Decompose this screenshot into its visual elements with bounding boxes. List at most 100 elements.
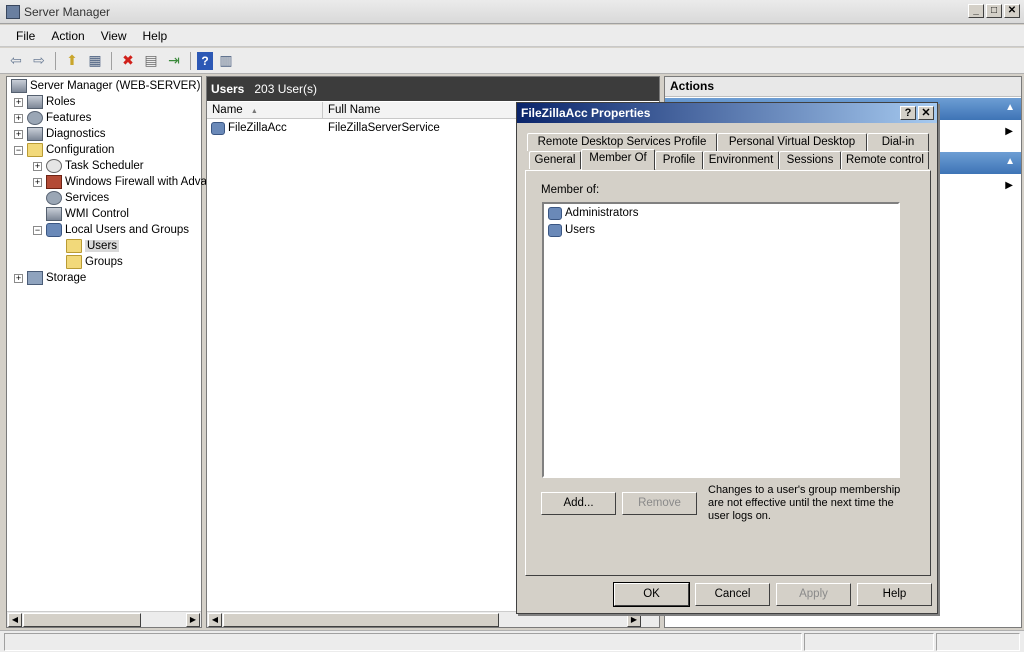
dialog-title: FileZillaAcc Properties [521, 106, 651, 120]
menu-bar: File Action View Help [0, 25, 1024, 47]
tree-item-users[interactable]: Users [66, 238, 120, 254]
status-cell [4, 633, 802, 651]
tree-item-local-users-and-groups[interactable]: − Local Users and Groups [33, 222, 189, 238]
services-icon [46, 191, 62, 205]
toolbar-separator [55, 51, 56, 70]
status-bar [0, 630, 1024, 652]
remove-group-button[interactable]: Remove [622, 492, 697, 515]
properties-dialog: FileZillaAcc Properties ? ✕ Remote Deskt… [516, 102, 938, 614]
tree-item-windows-firewall[interactable]: + Windows Firewall with Adva [33, 174, 207, 190]
status-cell [936, 633, 1020, 651]
tree-item-services[interactable]: Services [46, 190, 109, 206]
tab-member-of[interactable]: Member Of [581, 149, 655, 170]
help-button[interactable]: ? [900, 106, 916, 120]
tab-personal-virtual-desktop[interactable]: Personal Virtual Desktop [717, 133, 867, 151]
list-title: Users [211, 82, 245, 96]
show-hide-tree-icon[interactable]: ▦ [85, 51, 105, 71]
up-folder-icon[interactable]: ⬆ [62, 51, 82, 71]
back-arrow-icon[interactable]: ⇦ [6, 51, 26, 71]
scroll-thumb[interactable] [223, 613, 499, 627]
user-name: FileZillaAcc [228, 122, 287, 134]
tab-environment[interactable]: Environment [703, 151, 779, 169]
tree-item-label: Diagnostics [46, 128, 106, 140]
tree-root[interactable]: Server Manager (WEB-SERVER) [11, 78, 200, 94]
maximize-button[interactable]: □ [986, 4, 1002, 18]
expand-icon[interactable]: + [14, 113, 23, 123]
tree-item-label: Features [46, 112, 92, 124]
toolbar-separator [111, 51, 112, 70]
scroll-right-icon[interactable]: ▶ [627, 613, 641, 627]
expand-icon[interactable]: + [33, 177, 42, 187]
tree-item-wmi-control[interactable]: WMI Control [46, 206, 129, 222]
close-button[interactable]: ✕ [1004, 4, 1020, 18]
tree-root-label: Server Manager (WEB-SERVER) [30, 80, 201, 92]
tree-item-label: Configuration [46, 144, 115, 156]
tree-item-label: Roles [46, 96, 76, 108]
users-groups-icon [46, 223, 62, 237]
column-header-full-name[interactable]: Full Name [323, 102, 523, 119]
tab-remote-control[interactable]: Remote control [841, 151, 929, 169]
help-icon[interactable]: ? [197, 51, 213, 70]
expand-icon[interactable]: + [33, 161, 42, 171]
tab-dial-in[interactable]: Dial-in [867, 133, 929, 151]
scroll-right-icon[interactable]: ▶ [186, 613, 200, 627]
user-count: 203 User(s) [254, 82, 318, 96]
menu-view[interactable]: View [93, 29, 135, 43]
window-controls: _ □ ✕ [968, 4, 1020, 18]
scroll-left-icon[interactable]: ◀ [8, 613, 22, 627]
tree-item-roles[interactable]: + Roles [14, 94, 75, 110]
tree-item-configuration[interactable]: − Configuration [14, 142, 114, 158]
tree-item-label: Storage [46, 272, 87, 284]
user-icon [211, 121, 225, 135]
submenu-arrow-icon[interactable]: ▶ [1005, 180, 1013, 191]
scroll-left-icon[interactable]: ◀ [208, 613, 222, 627]
tab-general[interactable]: General [529, 151, 581, 169]
tree-item-label: WMI Control [65, 208, 129, 220]
export-icon[interactable]: ⇥ [164, 51, 184, 71]
tree-item-task-scheduler[interactable]: + Task Scheduler [33, 158, 144, 174]
ok-button[interactable]: OK [613, 582, 690, 607]
collapse-chevron-icon[interactable]: ▲ [1005, 156, 1015, 167]
collapse-chevron-icon[interactable]: ▲ [1005, 102, 1015, 113]
dialog-close-button[interactable]: ✕ [918, 106, 934, 120]
roles-icon [27, 95, 43, 109]
collapse-icon[interactable]: − [33, 225, 42, 235]
menu-action[interactable]: Action [43, 29, 92, 43]
expand-icon[interactable]: + [14, 129, 23, 139]
folder-icon [66, 255, 82, 269]
menu-file[interactable]: File [8, 29, 43, 43]
cell-full-name: FileZillaServerService [328, 122, 440, 134]
menu-help[interactable]: Help [135, 29, 176, 43]
tree-item-storage[interactable]: + Storage [14, 270, 86, 286]
minimize-button[interactable]: _ [968, 4, 984, 18]
add-group-button[interactable]: Add... [541, 492, 616, 515]
cancel-button[interactable]: Cancel [695, 583, 770, 606]
submenu-arrow-icon[interactable]: ▶ [1005, 126, 1013, 137]
group-membership-list[interactable]: Administrators Users [542, 202, 900, 478]
member-of-panel: Member of: Administrators Users Add... R… [525, 170, 931, 576]
tree-item-groups[interactable]: Groups [66, 254, 123, 270]
action-pane-icon[interactable]: ▥ [216, 51, 236, 71]
forward-arrow-icon[interactable]: ⇨ [29, 51, 49, 71]
properties-icon[interactable]: ▤ [141, 51, 161, 71]
delete-icon[interactable]: ✖ [118, 51, 138, 71]
console-tree: Server Manager (WEB-SERVER) + Roles + Fe… [6, 76, 207, 628]
collapse-icon[interactable]: − [14, 145, 23, 155]
apply-button[interactable]: Apply [776, 583, 851, 606]
scroll-thumb[interactable] [23, 613, 141, 627]
tree-item-diagnostics[interactable]: + Diagnostics [14, 126, 105, 142]
list-item[interactable]: Users [548, 222, 595, 238]
tree-item-label: Groups [85, 256, 123, 268]
expand-icon[interactable]: + [14, 97, 23, 107]
tree-horizontal-scrollbar[interactable]: ◀ ▶ [7, 611, 201, 627]
toolbar: ⇦ ⇨ ⬆ ▦ ✖ ▤ ⇥ ? ▥ [0, 48, 1024, 74]
list-item[interactable]: Administrators [548, 205, 639, 221]
expand-icon[interactable]: + [14, 273, 23, 283]
actions-title: Actions [665, 77, 1021, 97]
help-dialog-button[interactable]: Help [857, 583, 932, 606]
tree-item-label: Users [85, 240, 120, 252]
tab-sessions[interactable]: Sessions [779, 151, 841, 169]
column-header-name[interactable]: Name ▲ [207, 102, 323, 119]
tree-item-features[interactable]: + Features [14, 110, 91, 126]
tab-profile[interactable]: Profile [655, 151, 703, 169]
